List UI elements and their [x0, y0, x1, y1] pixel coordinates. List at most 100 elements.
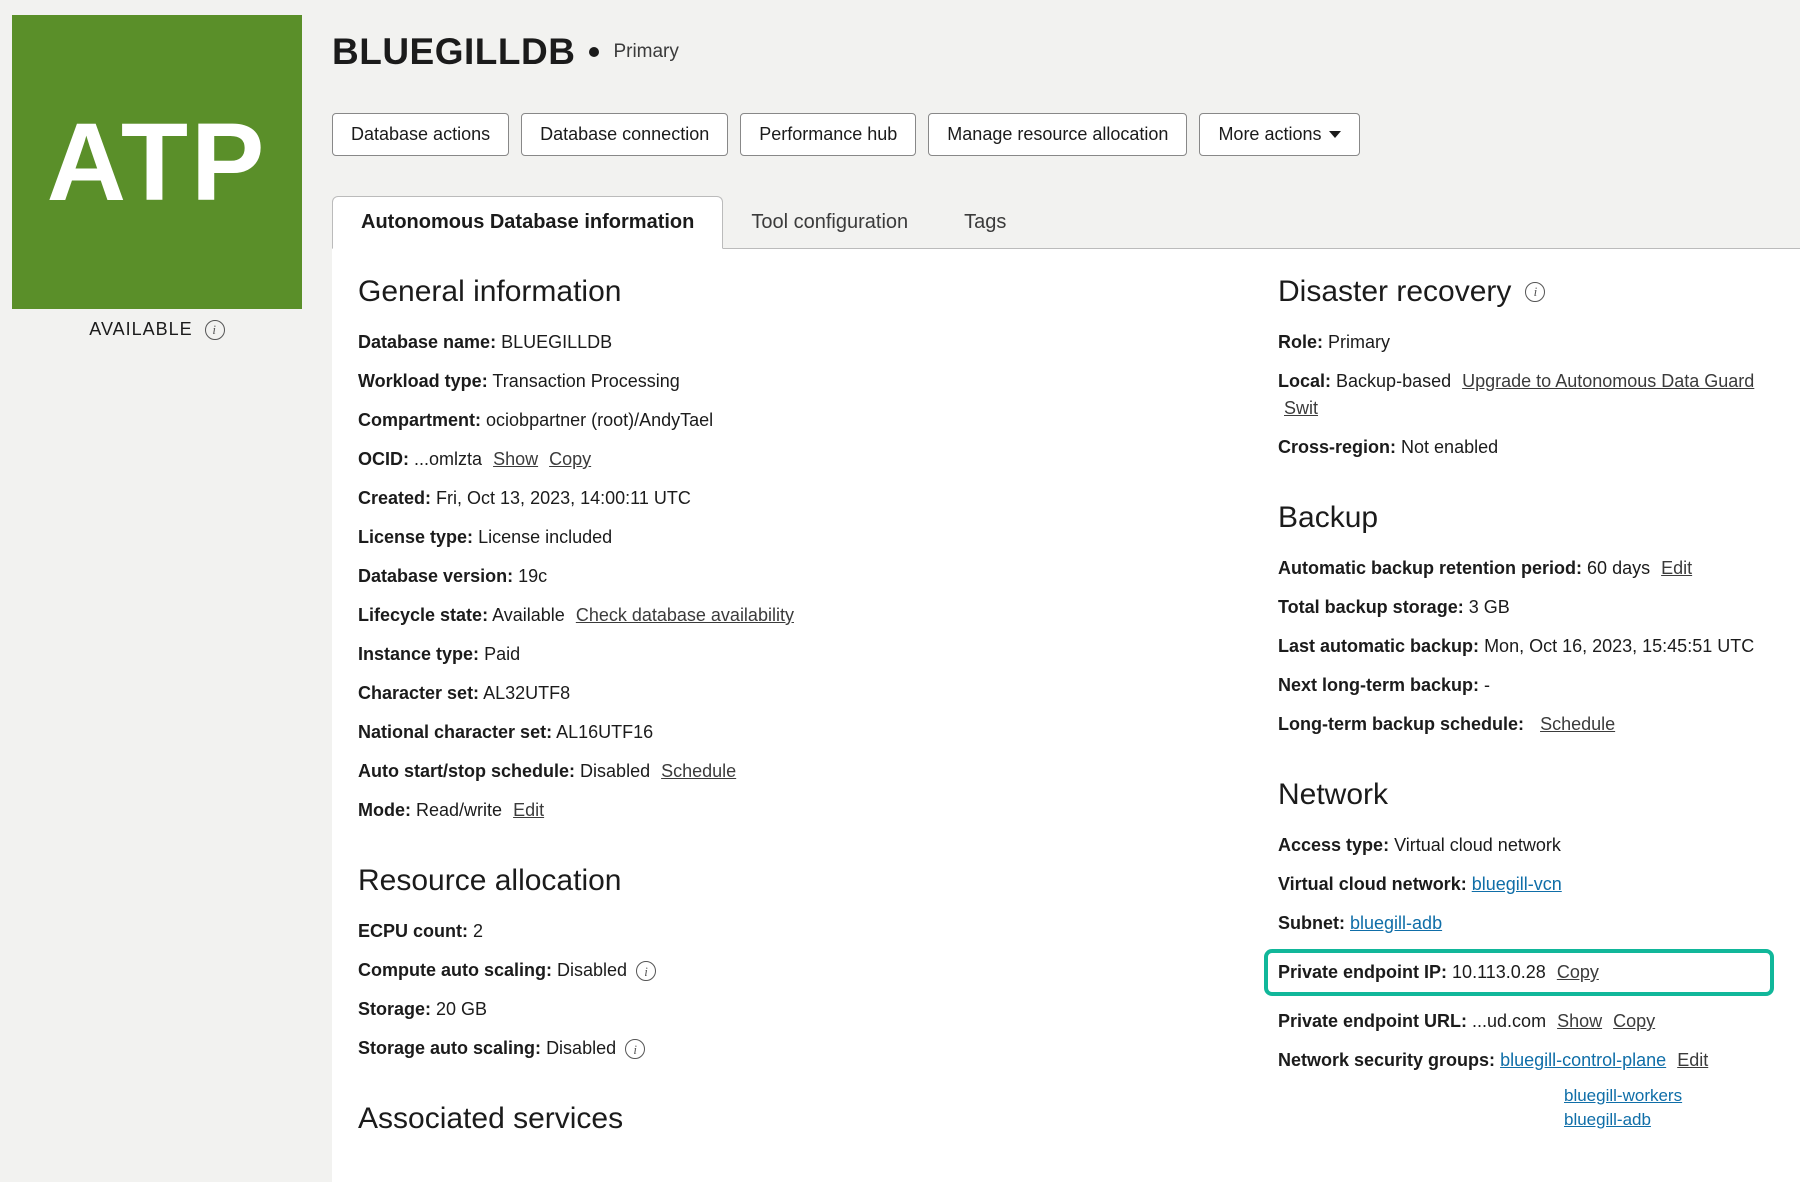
created-value: Fri, Oct 13, 2023, 14:00:11 UTC [436, 488, 691, 508]
ecpu-label: ECPU count: [358, 921, 468, 941]
peurl-value: ...ud.com [1472, 1011, 1546, 1031]
resource-allocation-heading: Resource allocation [358, 864, 1218, 898]
peurl-label: Private endpoint URL: [1278, 1011, 1467, 1031]
page-title: BLUEGILLDB [332, 31, 575, 73]
storage-scale-value: Disabled [546, 1038, 616, 1058]
info-icon[interactable]: i [1525, 282, 1545, 302]
database-connection-button[interactable]: Database connection [521, 113, 728, 156]
tab-tool-config[interactable]: Tool configuration [723, 196, 936, 248]
vcn-label: Virtual cloud network: [1278, 874, 1467, 894]
tab-adb-info[interactable]: Autonomous Database information [332, 196, 723, 249]
private-endpoint-ip-row: Private endpoint IP: 10.113.0.28 Copy [1264, 949, 1774, 996]
access-type-value: Virtual cloud network [1394, 835, 1561, 855]
backup-heading: Backup [1278, 501, 1774, 535]
switchover-link[interactable]: Swit [1284, 398, 1318, 418]
next-backup-label: Next long-term backup: [1278, 675, 1479, 695]
total-backup-label: Total backup storage: [1278, 597, 1464, 617]
dr-cross-label: Cross-region: [1278, 437, 1396, 457]
instance-value: Paid [484, 644, 520, 664]
mode-edit-link[interactable]: Edit [513, 800, 544, 820]
instance-label: Instance type: [358, 644, 479, 664]
created-label: Created: [358, 488, 431, 508]
service-badge-text: ATP [47, 99, 268, 226]
version-value: 19c [518, 566, 547, 586]
mode-value: Read/write [416, 800, 502, 820]
lt-schedule-link[interactable]: Schedule [1540, 714, 1615, 734]
disaster-recovery-heading: Disaster recoveryi [1278, 275, 1774, 309]
ocid-label: OCID: [358, 449, 409, 469]
manage-resource-allocation-button[interactable]: Manage resource allocation [928, 113, 1187, 156]
network-heading: Network [1278, 778, 1774, 812]
license-value: License included [478, 527, 612, 547]
retention-label: Automatic backup retention period: [1278, 558, 1582, 578]
autostart-schedule-link[interactable]: Schedule [661, 761, 736, 781]
status-dot-icon [589, 47, 599, 57]
last-backup-label: Last automatic backup: [1278, 636, 1479, 656]
ocid-copy-link[interactable]: Copy [549, 449, 591, 469]
peip-label: Private endpoint IP: [1278, 962, 1447, 982]
lifecycle-value: Available [492, 605, 565, 625]
compartment-value: ociobpartner (root)/AndyTael [486, 410, 713, 430]
license-label: License type: [358, 527, 473, 547]
info-icon[interactable]: i [205, 320, 225, 340]
more-actions-button[interactable]: More actions [1199, 113, 1360, 156]
ocid-show-link[interactable]: Show [493, 449, 538, 469]
charset-label: Character set: [358, 683, 479, 703]
upgrade-dataguard-link[interactable]: Upgrade to Autonomous Data Guard [1462, 371, 1754, 391]
db-name-value: BLUEGILLDB [501, 332, 612, 352]
compartment-label: Compartment: [358, 410, 481, 430]
subnet-link[interactable]: bluegill-adb [1350, 913, 1442, 933]
nsg-label: Network security groups: [1278, 1050, 1495, 1070]
nsg-link-2[interactable]: bluegill-workers [1564, 1086, 1774, 1106]
storage-scale-label: Storage auto scaling: [358, 1038, 541, 1058]
ecpu-value: 2 [473, 921, 483, 941]
compute-scale-value: Disabled [557, 960, 627, 980]
role-label: Primary [613, 41, 678, 63]
charset-value: AL32UTF8 [483, 683, 570, 703]
last-backup-value: Mon, Oct 16, 2023, 15:45:51 UTC [1484, 636, 1754, 656]
check-availability-link[interactable]: Check database availability [576, 605, 794, 625]
subnet-label: Subnet: [1278, 913, 1345, 933]
ncharset-value: AL16UTF16 [556, 722, 653, 742]
retention-value: 60 days [1587, 558, 1650, 578]
chevron-down-icon [1329, 131, 1341, 138]
nsg-link-1[interactable]: bluegill-control-plane [1500, 1050, 1666, 1070]
version-label: Database version: [358, 566, 513, 586]
tab-tags[interactable]: Tags [936, 196, 1034, 248]
peurl-copy-link[interactable]: Copy [1613, 1011, 1655, 1031]
associated-services-heading: Associated services [358, 1102, 1218, 1136]
mode-label: Mode: [358, 800, 411, 820]
info-icon[interactable]: i [625, 1039, 645, 1059]
database-actions-button[interactable]: Database actions [332, 113, 509, 156]
storage-value: 20 GB [436, 999, 487, 1019]
ncharset-label: National character set: [358, 722, 552, 742]
lt-schedule-label: Long-term backup schedule: [1278, 714, 1524, 734]
next-backup-value: - [1484, 675, 1490, 695]
retention-edit-link[interactable]: Edit [1661, 558, 1692, 578]
service-badge: ATP [12, 15, 302, 309]
ocid-value: ...omlzta [414, 449, 482, 469]
performance-hub-button[interactable]: Performance hub [740, 113, 916, 156]
peurl-show-link[interactable]: Show [1557, 1011, 1602, 1031]
autostart-label: Auto start/stop schedule: [358, 761, 575, 781]
peip-copy-link[interactable]: Copy [1557, 962, 1599, 982]
peip-value: 10.113.0.28 [1452, 962, 1546, 982]
workload-value: Transaction Processing [492, 371, 679, 391]
dr-role-value: Primary [1328, 332, 1390, 352]
nsg-edit-link[interactable]: Edit [1677, 1050, 1708, 1070]
nsg-link-3[interactable]: bluegill-adb [1564, 1110, 1774, 1130]
vcn-link[interactable]: bluegill-vcn [1472, 874, 1562, 894]
lifecycle-label: Lifecycle state: [358, 605, 488, 625]
dr-cross-value: Not enabled [1401, 437, 1498, 457]
workload-label: Workload type: [358, 371, 488, 391]
lifecycle-status: AVAILABLE [89, 319, 192, 340]
access-type-label: Access type: [1278, 835, 1389, 855]
dr-local-value: Backup-based [1336, 371, 1451, 391]
total-backup-value: 3 GB [1469, 597, 1510, 617]
db-name-label: Database name: [358, 332, 496, 352]
general-information-heading: General information [358, 275, 1218, 309]
info-icon[interactable]: i [636, 961, 656, 981]
dr-local-label: Local: [1278, 371, 1331, 391]
dr-role-label: Role: [1278, 332, 1323, 352]
compute-scale-label: Compute auto scaling: [358, 960, 552, 980]
